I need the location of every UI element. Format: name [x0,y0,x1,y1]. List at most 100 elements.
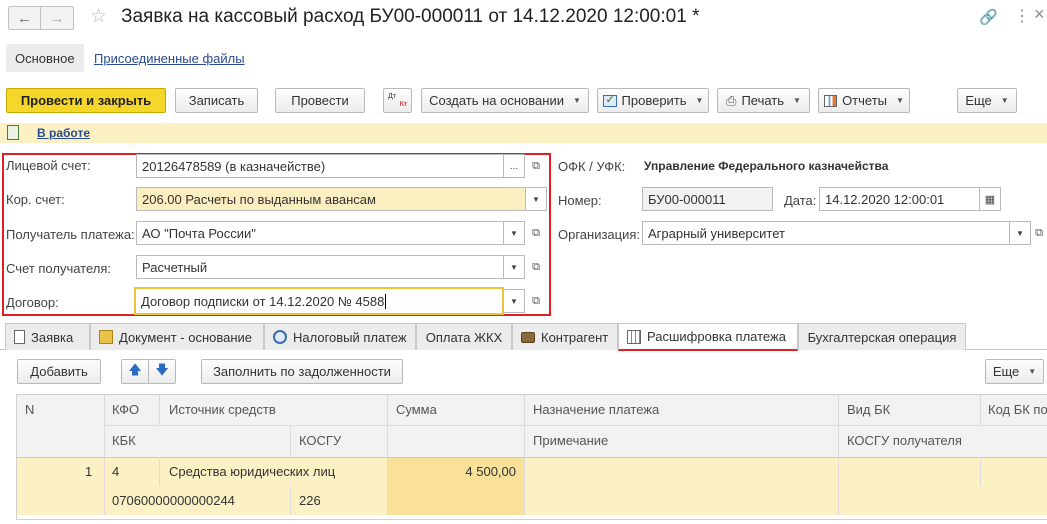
reports-label: Отчеты [842,93,887,108]
corr-field[interactable]: 206.00 Расчеты по выданным авансам [136,187,526,211]
open-icon[interactable]: ⧉ [525,154,547,178]
forward-button[interactable]: → [41,6,74,30]
payee-field[interactable]: АО "Почта России" [136,221,504,245]
payee-value: АО "Почта России" [142,225,256,241]
contract-label: Договор: [6,295,59,310]
col-divider [387,395,388,515]
arrow-down-icon: 🡇 [155,361,169,377]
cell-kbk: 07060000000000244 [112,493,235,508]
more-vert-icon[interactable]: ⋮ [1014,6,1030,26]
text-cursor [385,293,387,309]
post-button[interactable]: Провести [275,88,365,113]
open-icon[interactable]: ⧉ [525,221,547,245]
header-bottom-line [17,457,1047,458]
table-more-label: Еще [992,364,1020,379]
date-value: 14.12.2020 12:00:01 [825,191,945,207]
dt-kt-button[interactable]: Дт Кт [383,88,412,113]
col-divider [290,486,291,515]
org-label: Организация: [558,227,641,242]
open-icon[interactable]: ⧉ [1031,221,1047,245]
calendar-icon[interactable]: ▦ [980,187,1001,211]
payee-account-value: Расчетный [142,259,208,275]
tab-basis-document-label: Документ - основание [119,329,253,345]
chevron-down-icon: ▼ [695,96,704,105]
more-label: Еще [965,93,992,108]
cell-n: 1 [85,464,93,479]
back-button[interactable]: ← [8,6,41,30]
create-based-button[interactable]: Создать на основании ▼ [421,88,589,113]
date-label: Дата: [784,193,817,208]
tab-tax-payment[interactable]: Налоговый платеж [264,323,416,350]
save-button[interactable]: Записать [175,88,258,113]
col-header-purpose: Назначение платежа [533,402,660,417]
cell-kosgu: 226 [299,493,321,508]
tab-accounting-operation[interactable]: Бухгалтерская операция [798,323,966,350]
move-up-button[interactable]: 🡅 [121,359,149,384]
favorite-star-icon[interactable]: ☆ [90,5,107,28]
tab-utilities-label: Оплата ЖКХ [425,329,503,345]
check-button[interactable]: ✓ Проверить ▼ [597,88,709,113]
kt-icon-bottom: Кт [399,100,407,108]
reports-button[interactable]: Отчеты ▼ [818,88,910,113]
col-header-source: Источник средств [169,402,276,417]
nav-files-link[interactable]: Присоединенные файлы [94,51,245,66]
account-label: Лицевой счет: [6,158,91,173]
col-header-kfo: КФО [112,402,140,417]
col-divider [159,457,160,486]
contract-value: Договор подписки от 14.12.2020 № 4588 [141,293,385,309]
status-link[interactable]: В работе [37,126,90,140]
fill-by-debt-button[interactable]: Заполнить по задолженности [201,359,403,384]
post-label: Провести [291,93,349,108]
tab-request[interactable]: Заявка [5,323,90,350]
nav-main[interactable]: Основное [6,44,84,72]
payee-account-label: Счет получателя: [6,261,112,276]
corr-value: 206.00 Расчеты по выданным авансам [142,191,376,207]
post-and-close-button[interactable]: Провести и закрыть [6,88,166,113]
chevron-down-icon[interactable]: ▼ [504,221,525,245]
cell-sum: 4 500,00 [465,464,516,479]
tab-request-label: Заявка [31,329,74,345]
ofk-label: ОФК / УФК: [558,159,626,174]
col-divider [838,395,839,515]
chevron-down-icon[interactable]: ▼ [1010,221,1031,245]
status-strip [0,123,1047,143]
number-label: Номер: [558,193,602,208]
col-divider [980,395,981,425]
open-icon[interactable]: ⧉ [525,289,547,313]
ofk-value: Управление Федерального казначейства [644,159,889,173]
print-label: Печать [741,93,785,108]
account-field[interactable]: 20126478589 (в казначействе) [136,154,504,178]
contract-field[interactable]: Договор подписки от 14.12.2020 № 4588 [134,287,504,315]
add-button[interactable]: Добавить [17,359,101,384]
tab-basis-document[interactable]: Документ - основание [90,323,264,350]
printer-icon: ⎙ [726,92,737,108]
move-down-button[interactable]: 🡇 [148,359,176,384]
status-document-icon [7,125,19,140]
account-select-button[interactable]: ... [504,154,525,178]
chevron-down-icon[interactable]: ▼ [504,255,525,279]
close-icon[interactable]: × [1034,4,1045,25]
tab-accounting-operation-label: Бухгалтерская операция [807,329,957,345]
fill-by-debt-label: Заполнить по задолженности [213,364,391,379]
more-button[interactable]: Еще ▼ [957,88,1017,113]
tab-counterparty[interactable]: Контрагент [512,323,618,350]
add-label: Добавить [30,364,88,379]
print-button[interactable]: ⎙ Печать ▼ [717,88,810,113]
check-icon: ✓ [602,94,617,107]
col-divider [104,395,105,515]
open-icon[interactable]: ⧉ [525,255,547,279]
date-field[interactable]: 14.12.2020 12:00:01 [819,187,980,211]
chevron-down-icon[interactable]: ▼ [526,187,547,211]
chevron-down-icon[interactable]: ▼ [504,289,525,313]
dt-icon-top: Дт [388,92,396,100]
create-based-label: Создать на основании [429,93,564,108]
payee-account-field[interactable]: Расчетный [136,255,504,279]
link-icon[interactable]: 🔗 [979,8,998,26]
check-label: Проверить [621,93,687,108]
number-field[interactable]: БУ00-000011 [642,187,773,211]
org-field[interactable]: Аграрный университет [642,221,1010,245]
payee-label: Получатель платежа: [6,227,135,242]
table-more-button[interactable]: Еще ▼ [985,359,1044,384]
tab-utilities[interactable]: Оплата ЖКХ [416,323,512,350]
tab-payment-breakdown[interactable]: Расшифровка платежа [618,323,798,351]
